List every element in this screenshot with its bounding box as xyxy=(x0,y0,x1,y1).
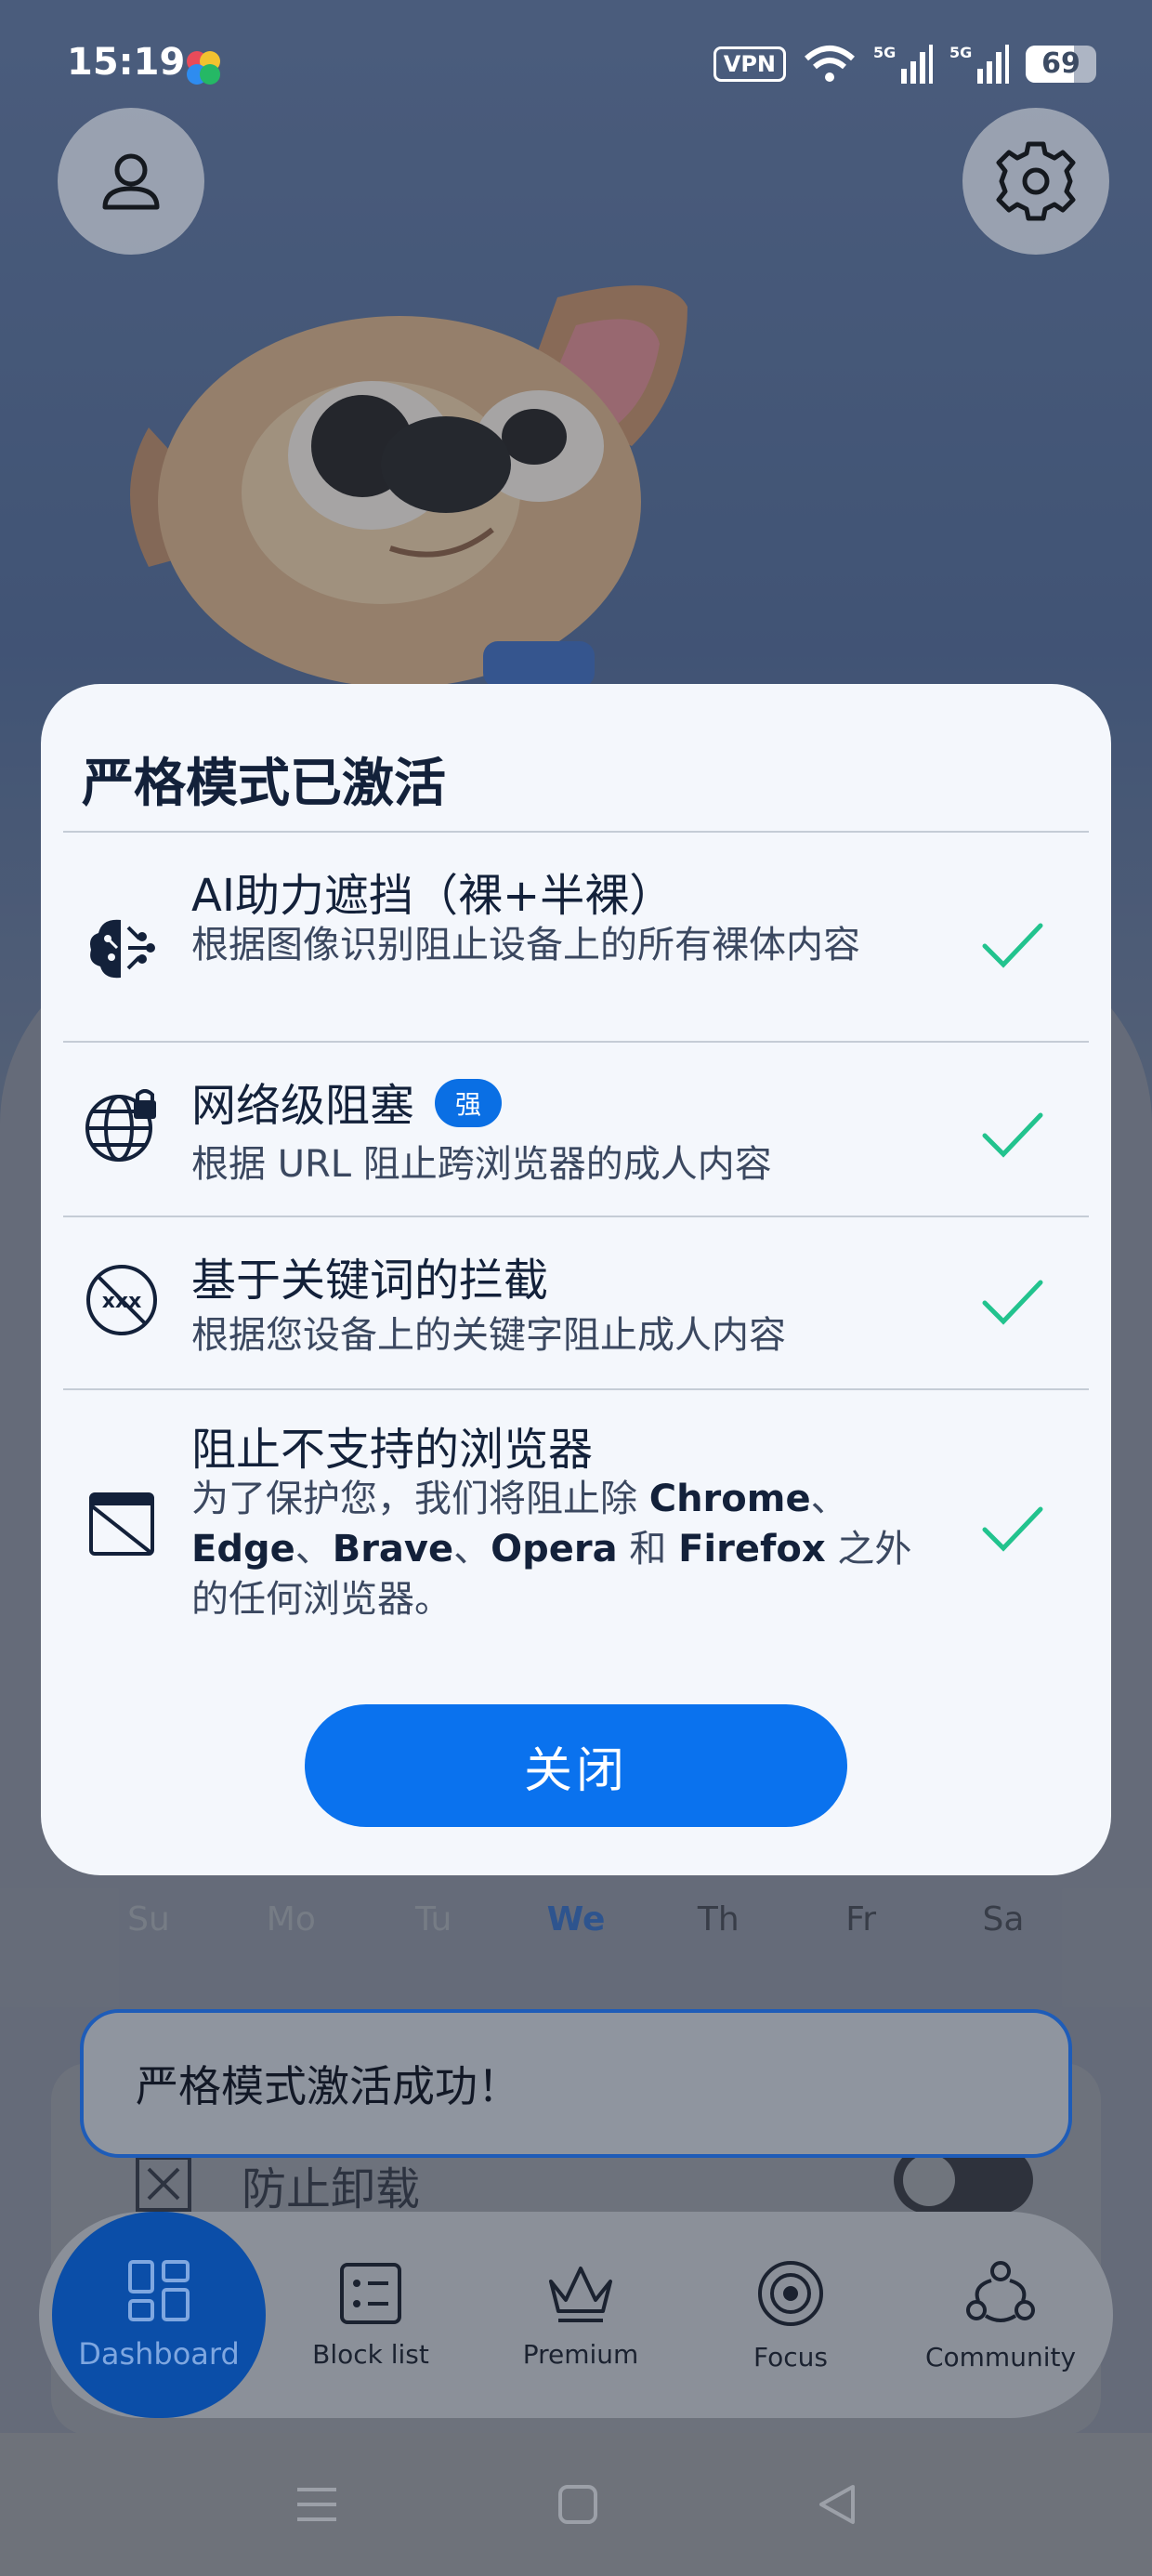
nav-dashboard[interactable]: Dashboard xyxy=(52,2212,266,2418)
svg-text:5G: 5G xyxy=(873,44,896,61)
svg-text:5G: 5G xyxy=(949,44,972,61)
nav-community[interactable]: Community xyxy=(896,2212,1106,2418)
feature-description: 根据图像识别阻止设备上的所有裸体内容 xyxy=(191,924,860,966)
nav-block-list[interactable]: Block list xyxy=(266,2212,476,2418)
check-icon xyxy=(982,923,1043,968)
status-time: 15:19 xyxy=(67,41,186,84)
xxx-blocked-icon: xxx xyxy=(86,1265,157,1335)
strict-mode-dialog: 严格模式已激活 AI助力遮挡（裸+半裸） 根据图像识别阻止设备上的所有裸体内容 xyxy=(41,684,1111,1875)
feature-title-row: 网络级阻塞强 xyxy=(191,1069,503,1134)
feature-title: 网络级阻塞 xyxy=(191,1080,415,1132)
ai-brain-icon xyxy=(90,919,155,979)
strong-badge: 强 xyxy=(435,1079,503,1127)
globe-lock-icon xyxy=(85,1089,156,1162)
settings-button[interactable] xyxy=(962,108,1109,255)
feature-description: 根据 URL 阻止跨浏览器的成人内容 xyxy=(191,1143,772,1186)
status-icons: VPN 5G 5G 69 xyxy=(713,43,1096,85)
nav-label: Community xyxy=(924,2341,1077,2372)
check-icon xyxy=(982,1506,1043,1552)
crown-icon xyxy=(549,2266,612,2322)
bottom-navigation: Dashboard Block list Premium Focus Commu… xyxy=(39,2212,1113,2418)
home-icon[interactable] xyxy=(556,2483,599,2526)
battery-icon: 69 xyxy=(1026,46,1096,83)
feature-ai-blocking: AI助力遮挡（裸+半裸） 根据图像识别阻止设备上的所有裸体内容 xyxy=(41,831,1111,1041)
gear-icon xyxy=(996,141,1076,221)
feature-title: AI助力遮挡（裸+半裸） xyxy=(191,870,674,922)
menu-icon[interactable] xyxy=(294,2484,340,2525)
feature-title: 阻止不支持的浏览器 xyxy=(191,1424,594,1476)
check-icon xyxy=(982,1280,1043,1325)
feature-browser-blocking: 阻止不支持的浏览器 为了保护您，我们将阻止除 Chrome、Edge、Brave… xyxy=(41,1388,1111,1667)
feature-keyword-blocking: xxx 基于关键词的拦截 根据您设备上的关键字阻止成人内容 xyxy=(41,1216,1111,1388)
browser-blocked-icon xyxy=(89,1492,154,1556)
user-icon xyxy=(102,153,160,210)
nav-label: Focus xyxy=(753,2341,828,2372)
profile-button[interactable] xyxy=(58,108,204,255)
check-icon xyxy=(982,1112,1043,1158)
feature-description: 为了保护您，我们将阻止除 Chrome、Edge、Brave、Opera 和 F… xyxy=(191,1478,912,1621)
signal-5g-icon: 5G xyxy=(873,44,933,84)
toast-message: 严格模式激活成功！ xyxy=(136,2061,520,2111)
vpn-badge: VPN xyxy=(713,46,786,82)
signal-5g-icon: 5G xyxy=(949,44,1009,84)
nav-premium[interactable]: Premium xyxy=(476,2212,686,2418)
nav-label: Premium xyxy=(522,2338,639,2370)
nav-label: Dashboard xyxy=(78,2336,240,2372)
block-list-icon xyxy=(340,2262,401,2324)
focus-icon xyxy=(758,2260,823,2326)
system-navigation-bar xyxy=(0,2433,1152,2576)
dashboard-icon xyxy=(128,2260,190,2321)
success-toast: 严格模式激活成功！ xyxy=(80,2009,1072,2158)
back-icon[interactable] xyxy=(816,2483,858,2526)
nav-label: Block list xyxy=(312,2338,429,2370)
svg-text:xxx: xxx xyxy=(102,1290,142,1313)
community-icon xyxy=(966,2260,1035,2322)
nav-focus[interactable]: Focus xyxy=(686,2212,896,2418)
dialog-title: 严格模式已激活 xyxy=(82,754,446,814)
feature-network-blocking: 网络级阻塞强 根据 URL 阻止跨浏览器的成人内容 xyxy=(41,1041,1111,1216)
feature-title: 基于关键词的拦截 xyxy=(191,1255,549,1307)
app-notification-icon xyxy=(187,51,220,85)
wifi-icon xyxy=(805,46,855,82)
feature-description: 根据您设备上的关键字阻止成人内容 xyxy=(191,1314,786,1357)
close-button[interactable]: 关闭 xyxy=(305,1704,847,1827)
